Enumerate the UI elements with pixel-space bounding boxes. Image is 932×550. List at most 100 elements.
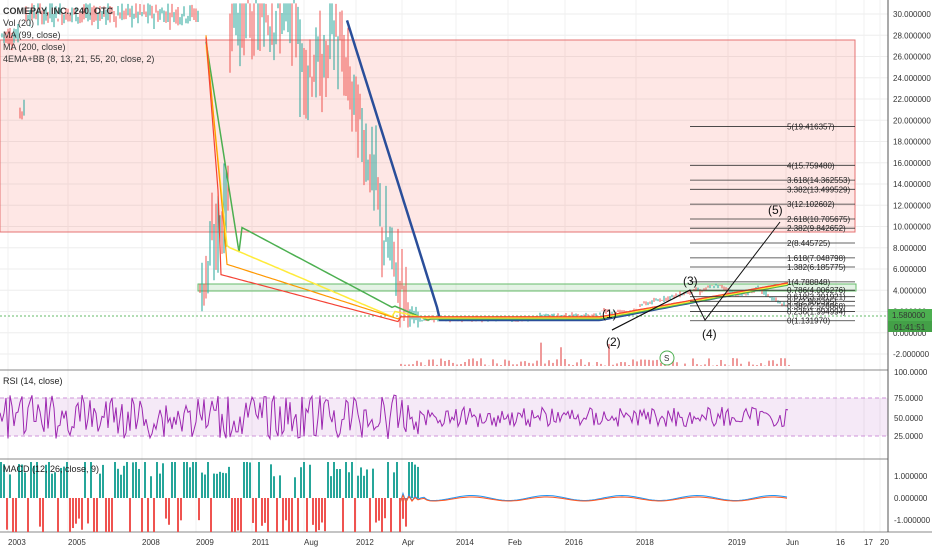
macd-bar bbox=[132, 462, 134, 498]
rsi-title[interactable]: RSI (14, close) bbox=[3, 376, 63, 386]
fib-level-label: 2.618(10.705675) bbox=[787, 215, 851, 224]
macd-bar bbox=[27, 498, 29, 532]
volume-bar bbox=[568, 364, 570, 366]
split-badge-label: S bbox=[664, 354, 669, 363]
price-tick-label: 4.000000 bbox=[893, 286, 927, 295]
supply-zone-box[interactable] bbox=[0, 39, 856, 233]
volume-bar bbox=[784, 358, 786, 366]
volume-bar bbox=[768, 360, 770, 366]
macd-bar bbox=[180, 498, 182, 521]
rsi-tick-label: 50.0000 bbox=[894, 414, 923, 423]
volume-bar bbox=[596, 362, 598, 366]
volume-bar bbox=[492, 359, 494, 366]
macd-bar bbox=[111, 498, 113, 532]
volume-bar bbox=[524, 361, 526, 366]
macd-bar bbox=[231, 498, 233, 532]
volume-bar bbox=[424, 365, 426, 366]
indicator-ma200-label[interactable]: MA (200, close) bbox=[3, 42, 66, 52]
price-tick-label: 20.000000 bbox=[893, 116, 931, 125]
volume-bar bbox=[460, 364, 462, 366]
volume-bar bbox=[448, 359, 450, 366]
fib-level-label: 1.618(7.048798) bbox=[787, 254, 846, 263]
volume-bar bbox=[452, 362, 454, 366]
macd-bar bbox=[147, 498, 149, 532]
volume-bar bbox=[432, 359, 434, 366]
macd-bar bbox=[375, 498, 377, 523]
wave-label-3: (3) bbox=[683, 274, 698, 288]
macd-bar bbox=[315, 498, 317, 532]
rsi-band bbox=[0, 398, 888, 436]
last-price-tag: 1.580000 01:41:51 bbox=[888, 309, 932, 332]
volume-bar bbox=[776, 363, 778, 366]
volume-bar bbox=[628, 365, 630, 366]
volume-bar bbox=[616, 363, 618, 366]
volume-bar bbox=[736, 358, 738, 366]
time-tick-label: 17 bbox=[864, 538, 873, 547]
macd-bar bbox=[402, 498, 404, 519]
macd-bar bbox=[99, 473, 101, 498]
volume-bar bbox=[420, 362, 422, 366]
volume-bar bbox=[512, 364, 514, 366]
macd-bar bbox=[237, 498, 239, 531]
macd-bar bbox=[387, 462, 389, 498]
volume-bar bbox=[708, 358, 710, 366]
macd-bar bbox=[114, 462, 116, 498]
macd-bar bbox=[417, 466, 419, 498]
time-tick-label: 2003 bbox=[8, 538, 26, 547]
volume-bar bbox=[700, 365, 702, 366]
volume-bar bbox=[632, 359, 634, 366]
price-tick-label: -2.000000 bbox=[893, 350, 930, 359]
indicator-vol-label[interactable]: Vol (20) bbox=[3, 18, 34, 28]
macd-bar bbox=[123, 465, 125, 498]
macd-bar bbox=[249, 462, 251, 498]
macd-bar bbox=[258, 462, 260, 498]
fib-level-label: 2.382(9.842652) bbox=[787, 224, 846, 233]
macd-bar bbox=[219, 471, 221, 498]
chart-canvas[interactable]: 5(19.416357) 4(15.759480) 3.618(14.362553)… bbox=[0, 0, 932, 550]
macd-bar bbox=[87, 498, 89, 524]
volume-bar bbox=[752, 364, 754, 366]
volume-bar bbox=[716, 364, 718, 366]
volume-bar bbox=[400, 363, 402, 366]
volume-bar bbox=[740, 363, 742, 366]
volume-bar bbox=[444, 361, 446, 366]
volume-bar bbox=[644, 359, 646, 366]
volume-bar bbox=[532, 363, 534, 366]
macd-bar bbox=[339, 469, 341, 498]
fib-level-label: 3.382(13.499529) bbox=[787, 185, 851, 194]
macd-bar bbox=[333, 462, 335, 498]
macd-bar bbox=[411, 462, 413, 498]
volume-bar bbox=[620, 362, 622, 366]
macd-axis[interactable]: 1.000000 0.000000 -1.000000 bbox=[894, 472, 931, 525]
volume-bar bbox=[588, 362, 590, 366]
volume-bar bbox=[540, 342, 542, 366]
macd-bar bbox=[120, 474, 122, 498]
rsi-tick-label: 75.0000 bbox=[894, 394, 923, 403]
macd-bar bbox=[357, 475, 359, 498]
indicator-ma99-label[interactable]: MA (99, close) bbox=[3, 30, 61, 40]
macd-title[interactable]: MACD (12, 26, close, 9) bbox=[3, 464, 99, 474]
macd-bar bbox=[72, 498, 74, 529]
volume-bar bbox=[676, 362, 678, 366]
macd-bar bbox=[210, 498, 212, 532]
wave-label-1: (1) bbox=[602, 307, 617, 321]
macd-bar bbox=[309, 464, 311, 498]
macd-bar bbox=[81, 498, 83, 530]
time-tick-label: 16 bbox=[836, 538, 845, 547]
volume-bar bbox=[636, 361, 638, 366]
indicator-ema-bb-label[interactable]: 4EMA+BB (8, 13, 21, 55, 20, close, 2) bbox=[3, 54, 154, 64]
macd-bar bbox=[174, 462, 176, 498]
macd-bar bbox=[372, 468, 374, 498]
macd-bar bbox=[255, 498, 257, 532]
macd-tick-label: -1.000000 bbox=[894, 516, 931, 525]
volume-bar bbox=[564, 359, 566, 366]
wave-label-4: (4) bbox=[702, 327, 717, 341]
macd-bar bbox=[276, 498, 278, 532]
macd-bar bbox=[153, 498, 155, 532]
macd-bar bbox=[213, 473, 215, 498]
macd-bar bbox=[393, 472, 395, 498]
volume-bar bbox=[472, 358, 474, 366]
volume-bar bbox=[780, 358, 782, 366]
volume-bar bbox=[528, 362, 530, 366]
macd-bar bbox=[384, 498, 386, 519]
